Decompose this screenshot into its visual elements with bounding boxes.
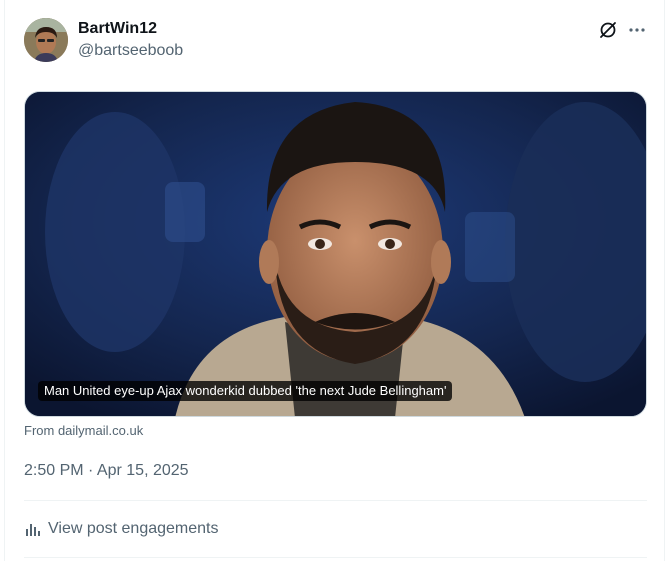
post-timestamp[interactable]: 2:50 PM · Apr 15, 2025 (24, 461, 189, 481)
timeline-border-left (4, 0, 5, 561)
link-card-source[interactable]: From dailymail.co.uk (24, 423, 143, 439)
view-engagements-label: View post engagements (48, 520, 219, 537)
more-options-icon[interactable] (627, 20, 647, 40)
news-photo-image (25, 92, 646, 416)
divider (24, 557, 647, 558)
avatar[interactable] (24, 18, 68, 62)
user-handle[interactable]: @bartseeboob (78, 41, 183, 61)
divider (24, 500, 647, 501)
link-card-headline[interactable]: Man United eye-up Ajax wonderkid dubbed … (38, 381, 453, 401)
display-name[interactable]: BartWin12 (78, 19, 157, 39)
link-card-image[interactable] (24, 91, 647, 417)
grok-icon[interactable] (598, 20, 618, 40)
view-engagements-link[interactable]: View post engagements (24, 519, 218, 539)
bar-chart-icon (26, 524, 40, 536)
timeline-border-right (664, 0, 665, 561)
